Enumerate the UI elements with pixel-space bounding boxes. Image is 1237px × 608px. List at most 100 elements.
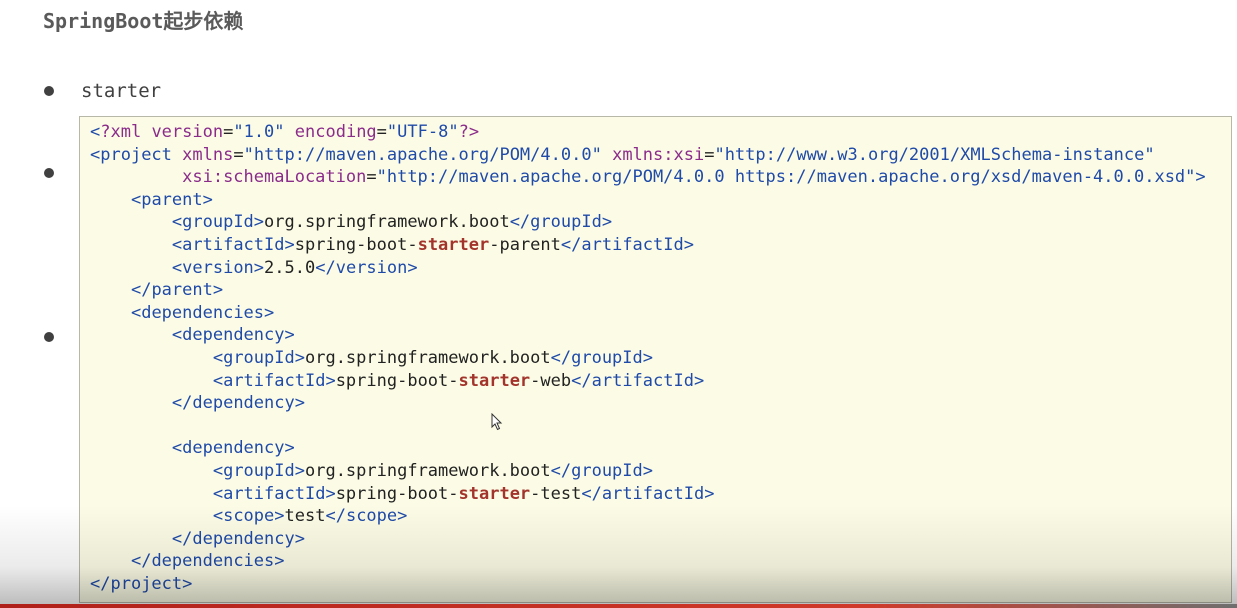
code-token: groupId: [571, 347, 643, 368]
code-token: starter: [417, 234, 490, 255]
code-token: >: [1195, 167, 1206, 188]
code-token: "UTF-8": [386, 122, 459, 142]
code-token: project: [100, 144, 172, 165]
code-token: artifactId: [591, 370, 694, 391]
code-token: org.springframework.boot: [304, 460, 551, 481]
code-token: </: [90, 573, 111, 594]
code-token: scope: [223, 506, 275, 527]
code-token: project: [110, 573, 183, 594]
code-token: xsi:schemaLocation: [182, 167, 367, 188]
code-token: ?>: [458, 122, 480, 142]
code-token: >: [284, 234, 295, 255]
code-token: <: [171, 325, 183, 346]
code-line: <artifactId>spring-boot-starter-test</ar…: [90, 483, 1231, 506]
code-token: >: [294, 460, 305, 481]
slide-title: SpringBoot起步依赖: [43, 9, 244, 33]
bullet-dot-icon: [44, 86, 54, 96]
code-token: =: [366, 167, 377, 188]
code-token: groupId: [223, 460, 295, 481]
code-token: >: [294, 393, 305, 414]
bullet-dot-icon: [44, 168, 54, 178]
code-line: <dependency>: [90, 324, 1231, 347]
code-token: </: [509, 212, 531, 233]
code-token: >: [202, 189, 213, 210]
code-token: </: [171, 393, 193, 414]
code-line: <groupId>org.springframework.boot</group…: [90, 347, 1231, 370]
code-token: >: [294, 347, 305, 368]
code-token: test: [284, 506, 326, 527]
code-token: >: [407, 257, 418, 278]
code-token: dependency: [192, 528, 295, 549]
code-line: <?xml version="1.0" encoding="UTF-8"?>: [90, 121, 1231, 144]
code-line: </parent>: [90, 279, 1231, 302]
code-token: </: [550, 460, 572, 481]
code-token: dependency: [192, 393, 295, 414]
code-token: artifactId: [601, 483, 705, 504]
code-token: >: [253, 212, 265, 233]
code-token: </: [560, 234, 582, 255]
code-line: <groupId>org.springframework.boot</group…: [90, 460, 1231, 483]
code-token: </: [325, 506, 346, 527]
code-token: <: [90, 122, 101, 142]
code-token: parent: [141, 189, 203, 210]
code-line: <dependency>: [90, 437, 1231, 460]
code-token: spring-boot-: [294, 234, 418, 255]
code-line: <scope>test</scope>: [90, 505, 1231, 528]
code-token: <: [171, 257, 183, 278]
code-token: -web: [530, 370, 572, 391]
code-token: >: [284, 438, 295, 459]
code-token: >: [642, 347, 654, 368]
code-token: artifactId: [182, 234, 285, 255]
code-token: 2.5.0: [264, 257, 316, 278]
code-token: xmlns:xsi: [612, 144, 705, 165]
code-token: </: [550, 347, 572, 368]
code-token: version: [182, 257, 254, 278]
code-token: >: [642, 460, 654, 481]
code-token: org.springframework.boot: [264, 212, 510, 233]
code-line: <version>2.5.0</version>: [90, 257, 1231, 280]
code-token: starter: [458, 370, 531, 391]
code-token: >: [325, 483, 336, 504]
code-token: </: [571, 370, 592, 391]
code-token: spring-boot-: [335, 483, 459, 504]
code-token: >: [325, 370, 336, 391]
code-line: </project>: [90, 573, 1231, 596]
code-token: =: [376, 122, 387, 142]
code-token: version: [335, 257, 408, 278]
code-token: dependencies: [151, 551, 275, 572]
code-token: <: [212, 347, 224, 368]
code-token: </: [171, 528, 193, 549]
code-token: <: [130, 302, 142, 323]
code-token: -parent: [489, 234, 561, 255]
code-token: >: [274, 506, 285, 527]
code-token: spring-boot-: [335, 370, 459, 391]
code-token: =: [704, 144, 715, 165]
bullet-dot-icon: [44, 332, 54, 342]
code-token: >: [704, 483, 715, 504]
code-token: groupId: [182, 212, 254, 233]
progress-bar: [0, 604, 1237, 608]
code-token: <: [171, 234, 183, 255]
code-token: <: [212, 460, 224, 481]
code-token: dependency: [182, 325, 285, 346]
code-token: <: [212, 370, 224, 391]
code-line: </dependency>: [90, 528, 1231, 551]
code-token: "http://maven.apache.org/POM/4.0.0": [243, 144, 602, 165]
mouse-cursor-icon: [491, 413, 503, 431]
code-token: >: [601, 212, 613, 233]
code-token: xmlns: [182, 144, 234, 165]
code-token: >: [397, 506, 408, 527]
code-token: parent: [151, 280, 213, 301]
code-token: >: [294, 528, 305, 549]
code-line: </dependencies>: [90, 550, 1231, 573]
code-line: </dependency>: [90, 392, 1231, 415]
